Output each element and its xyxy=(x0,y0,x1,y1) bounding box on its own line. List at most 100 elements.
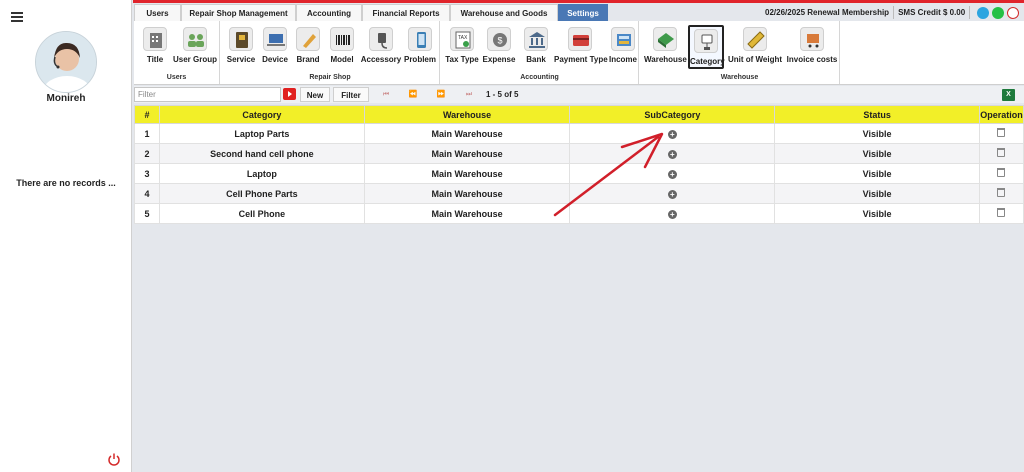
column-header-warehouse[interactable]: Warehouse xyxy=(363,105,571,124)
tax-type-button[interactable]: TAX Tax Type xyxy=(444,25,480,69)
model-button[interactable]: Model xyxy=(327,25,357,69)
unit-of-weight-label: Unit of Weight xyxy=(727,55,783,64)
pager-text: 1 - 5 of 5 xyxy=(486,90,519,99)
ribbon-group-warehouse: Warehouse Category Unit of Weight Invoic… xyxy=(640,21,840,84)
accessory-button[interactable]: Accessory xyxy=(360,25,402,69)
column-header-subcategory[interactable]: SubCategory xyxy=(569,105,776,124)
table-row[interactable]: 2 Second hand cell phone Main Warehouse … xyxy=(134,143,1024,164)
trash-icon[interactable] xyxy=(997,208,1006,217)
column-header-category[interactable]: Category xyxy=(158,105,365,124)
ribbon-toolbar: Title User Group Users Service Device Br… xyxy=(134,21,1024,85)
users-group-label: Users xyxy=(166,74,187,81)
power-icon[interactable] xyxy=(1007,6,1020,19)
bank-button[interactable]: Bank xyxy=(521,25,551,69)
telegram-icon[interactable] xyxy=(977,6,990,19)
ribbon-group-accounting: TAX Tax Type $ Expense Bank Payment Type… xyxy=(441,21,639,84)
service-button[interactable]: Service xyxy=(225,25,257,69)
previous-page-icon[interactable]: ⏪ xyxy=(400,88,426,101)
warehouse-cell: Main Warehouse xyxy=(363,183,571,204)
column-header-number[interactable]: # xyxy=(134,105,160,124)
expense-label: Expense xyxy=(482,55,516,64)
tab-users[interactable]: Users xyxy=(134,4,181,21)
unit-of-weight-button[interactable]: Unit of Weight xyxy=(726,25,784,69)
register-icon xyxy=(611,27,635,51)
tab-settings[interactable]: Settings xyxy=(558,4,608,21)
row-number: 2 xyxy=(134,143,160,164)
new-button[interactable]: New xyxy=(300,87,330,102)
status-cell: Visible xyxy=(774,203,980,224)
warehouse-cell: Main Warehouse xyxy=(363,123,571,144)
column-header-status[interactable]: Status xyxy=(774,105,980,124)
title-label: Title xyxy=(146,55,164,64)
subcategory-cell: + xyxy=(569,163,776,184)
add-subcategory-icon[interactable]: + xyxy=(667,149,677,159)
problem-button[interactable]: Problem xyxy=(403,25,437,69)
payment-type-button[interactable]: Payment Type xyxy=(554,25,608,69)
ribbon-group-users: Title User Group Users xyxy=(134,21,220,84)
tab-accounting[interactable]: Accounting xyxy=(296,4,362,21)
filter-button[interactable]: Filter xyxy=(333,87,369,102)
excel-export-icon[interactable]: X xyxy=(1002,89,1015,101)
operation-cell xyxy=(978,123,1024,144)
username: Monireh xyxy=(46,93,86,104)
table-row[interactable]: 5 Cell Phone Main Warehouse + Visible xyxy=(134,203,1024,224)
invoice-costs-button[interactable]: Invoice costs xyxy=(786,25,838,69)
trash-icon[interactable] xyxy=(997,128,1006,137)
trash-icon[interactable] xyxy=(997,148,1006,157)
category-button[interactable]: Category xyxy=(688,25,725,69)
status-cell: Visible xyxy=(774,143,980,164)
table-row[interactable]: 1 Laptop Parts Main Warehouse + Visible xyxy=(134,123,1024,144)
expense-button[interactable]: $ Expense xyxy=(482,25,516,69)
renewal-text[interactable]: 02/26/2025 Renewal Membership xyxy=(765,8,889,17)
first-page-icon[interactable]: ⏮ xyxy=(373,88,399,101)
tab-repair-shop-management[interactable]: Repair Shop Management xyxy=(181,4,296,21)
warehouse-button[interactable]: Warehouse xyxy=(644,25,687,69)
sms-credit-text: SMS Credit $ 0.00 xyxy=(898,8,966,17)
subcategory-cell: + xyxy=(569,123,776,144)
bank-icon xyxy=(524,27,548,51)
trash-icon[interactable] xyxy=(997,168,1006,177)
ribbon-group-repair-shop: Service Device Brand Model Accessory Pro… xyxy=(221,21,440,84)
filter-input[interactable] xyxy=(134,87,281,102)
column-header-operation[interactable]: Operation xyxy=(978,105,1024,124)
category-table: # Category Warehouse SubCategory Status … xyxy=(134,105,1024,224)
trash-icon[interactable] xyxy=(997,188,1006,197)
whatsapp-icon[interactable] xyxy=(992,6,1005,19)
last-page-icon[interactable]: ⏭ xyxy=(456,88,482,101)
empty-message: There are no records ... xyxy=(16,178,116,188)
barcode-icon xyxy=(330,27,354,51)
add-subcategory-icon[interactable]: + xyxy=(667,129,677,139)
table-row[interactable]: 4 Cell Phone Parts Main Warehouse + Visi… xyxy=(134,183,1024,204)
operation-cell xyxy=(978,163,1024,184)
phone-problem-icon xyxy=(408,27,432,51)
tab-warehouse-and-goods[interactable]: Warehouse and Goods xyxy=(450,4,558,21)
add-subcategory-icon[interactable]: + xyxy=(667,169,677,179)
youtube-icon[interactable] xyxy=(283,88,296,100)
brand-button[interactable]: Brand xyxy=(293,25,323,69)
category-cell: Second hand cell phone xyxy=(158,143,365,164)
power-icon[interactable] xyxy=(107,452,121,466)
model-label: Model xyxy=(330,55,354,64)
tag-icon xyxy=(296,27,320,51)
add-subcategory-icon[interactable]: + xyxy=(667,189,677,199)
category-cell: Laptop xyxy=(158,163,365,184)
title-button[interactable]: Title xyxy=(142,25,168,69)
device-button[interactable]: Device xyxy=(260,25,290,69)
user-group-button[interactable]: User Group xyxy=(172,25,218,69)
hamburger-menu-icon[interactable] xyxy=(11,12,23,22)
row-number: 3 xyxy=(134,163,160,184)
subcategory-cell: + xyxy=(569,143,776,164)
income-button[interactable]: Income xyxy=(608,25,638,69)
subcategory-cell: + xyxy=(569,203,776,224)
table-row[interactable]: 3 Laptop Main Warehouse + Visible xyxy=(134,163,1024,184)
warehouse-group-label: Warehouse xyxy=(720,74,759,81)
status-cell: Visible xyxy=(774,163,980,184)
table-header-row: # Category Warehouse SubCategory Status … xyxy=(134,105,1024,124)
status-cell: Visible xyxy=(774,123,980,144)
payment-type-label: Payment Type xyxy=(554,55,608,64)
add-subcategory-icon[interactable]: + xyxy=(667,209,677,219)
tab-financial-reports[interactable]: Financial Reports xyxy=(362,4,450,21)
service-label: Service xyxy=(226,55,256,64)
next-page-icon[interactable]: ⏩ xyxy=(428,88,454,101)
tax-type-label: Tax Type xyxy=(445,55,479,64)
